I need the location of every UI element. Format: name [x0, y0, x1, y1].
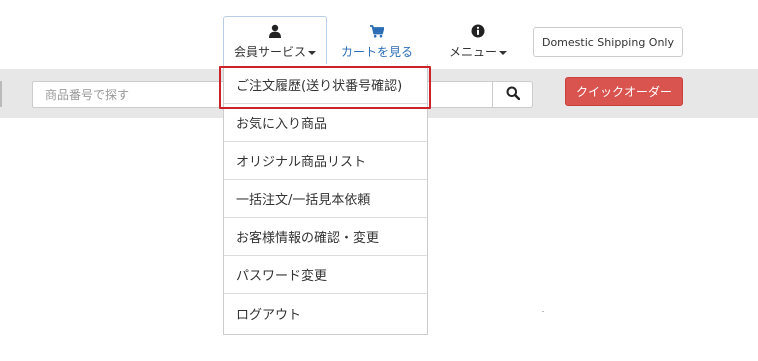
chevron-down-icon	[308, 50, 316, 55]
domestic-shipping-button[interactable]: Domestic Shipping Only	[533, 27, 683, 57]
divider	[0, 81, 2, 107]
menu-item-bulk-order[interactable]: 一括注文/一括見本依頼	[224, 180, 427, 218]
menu-item-change-password[interactable]: パスワード変更	[224, 256, 427, 294]
page: 会員サービス カートを見る メニュー Domestic Shipping Onl…	[0, 0, 758, 361]
main-menu[interactable]: メニュー	[440, 16, 516, 60]
view-cart-label: カートを見る	[340, 45, 413, 59]
menu-item-customer-info[interactable]: お客様情報の確認・変更	[224, 218, 427, 256]
menu-item-original-products[interactable]: オリジナル商品リスト	[224, 142, 427, 180]
divider	[542, 311, 544, 312]
info-icon	[471, 21, 485, 41]
search-icon	[506, 85, 520, 104]
view-cart-link[interactable]: カートを見る	[337, 16, 417, 60]
chevron-down-icon	[499, 50, 507, 55]
member-services-dropdown: ご注文履歴(送り状番号確認) お気に入り商品 オリジナル商品リスト 一括注文/一…	[223, 64, 428, 335]
menu-item-logout[interactable]: ログアウト	[224, 294, 427, 332]
menu-label: メニュー	[448, 45, 497, 59]
cart-icon	[370, 21, 384, 41]
menu-item-order-history[interactable]: ご注文履歴(送り状番号確認)	[224, 66, 427, 104]
member-services-label: 会員サービス	[233, 45, 306, 59]
search-button[interactable]	[492, 81, 533, 108]
member-services-menu[interactable]: 会員サービス	[223, 16, 327, 64]
quick-order-button[interactable]: クイックオーダー	[565, 77, 683, 106]
user-icon	[268, 21, 282, 41]
menu-item-favorites[interactable]: お気に入り商品	[224, 104, 427, 142]
